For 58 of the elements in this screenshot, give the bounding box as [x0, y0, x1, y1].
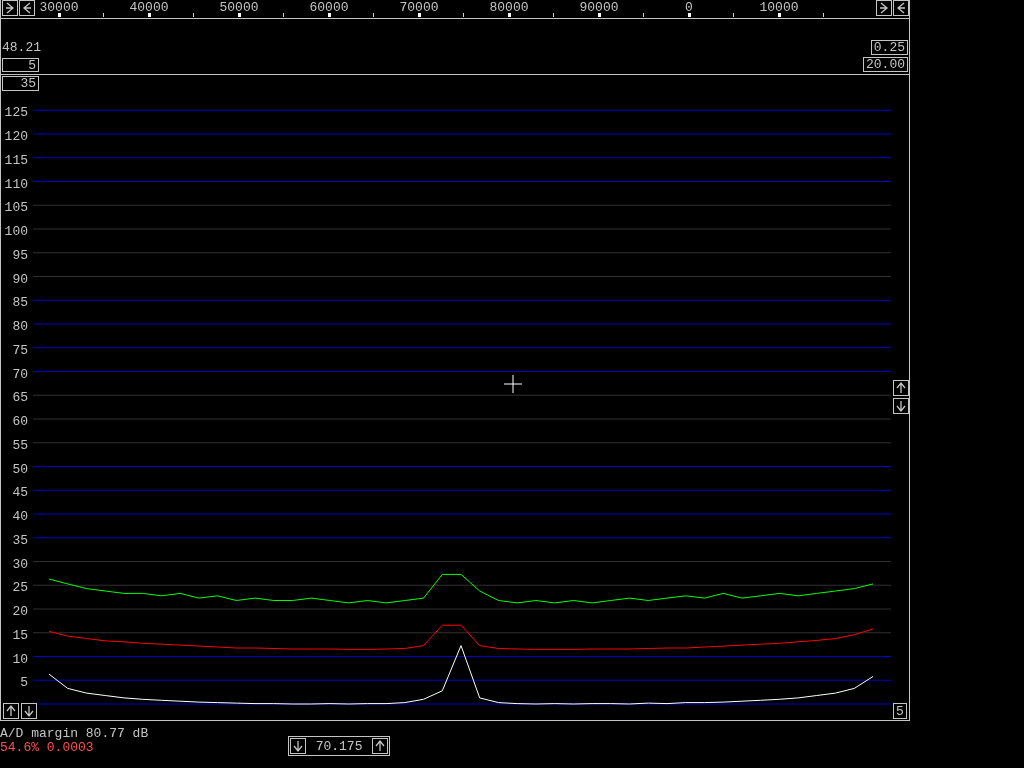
- axis-label: 75: [12, 342, 28, 358]
- scale-label: 0: [685, 0, 693, 15]
- crosshair-icon: [503, 374, 523, 394]
- axis-label: 50: [12, 461, 28, 477]
- axis-label: 5: [20, 675, 28, 691]
- axis-label: 20: [12, 604, 28, 619]
- down-arrow-icon: [894, 398, 908, 414]
- arrow-button[interactable]: [893, 380, 909, 396]
- gain-field[interactable]: 0.25: [870, 40, 908, 55]
- scale-label: 30000: [39, 0, 79, 15]
- arrow-button[interactable]: [372, 738, 389, 754]
- axis-label: 105: [4, 200, 28, 216]
- scale-label: 60000: [309, 0, 349, 15]
- scale-label: 70000: [399, 0, 439, 15]
- scale-field[interactable]: 5: [893, 703, 907, 719]
- up-arrow-icon: [894, 380, 908, 396]
- axis-label: 15: [12, 627, 28, 643]
- axis-label: 65: [12, 390, 28, 406]
- axis-label: 55: [12, 437, 28, 453]
- scale-label: 50000: [219, 0, 259, 15]
- axis-label: 60: [12, 414, 28, 429]
- axis-label: 40: [12, 509, 28, 524]
- axis-label: 25: [12, 580, 28, 596]
- arrow-button[interactable]: [3, 703, 19, 719]
- scale-label: 90000: [579, 0, 619, 15]
- arrow-button[interactable]: [289, 738, 306, 754]
- offset-field[interactable]: 35: [2, 76, 39, 91]
- axis-label: 125: [4, 105, 28, 121]
- status-text: 54.6% 0.0003: [0, 741, 94, 754]
- step-value: 70.175: [315, 739, 363, 753]
- arrow-button[interactable]: [876, 0, 892, 16]
- ad-margin-text: A/D margin 80.77 dB: [0, 727, 149, 740]
- level-readout: 48.21: [2, 41, 41, 54]
- axis-label: 30: [12, 556, 28, 572]
- axis-label: 90: [12, 271, 28, 287]
- arrow-button[interactable]: [893, 0, 909, 16]
- arrow-button[interactable]: [893, 398, 909, 414]
- arrow-button[interactable]: [2, 0, 18, 16]
- axis-label: 85: [12, 295, 28, 311]
- scale-label: 80000: [489, 0, 529, 15]
- axis-label: 115: [4, 152, 28, 168]
- range-field[interactable]: 20.00: [863, 57, 908, 72]
- axis-label: 45: [12, 485, 28, 501]
- arrow-button[interactable]: [21, 703, 37, 719]
- scale-label: 10000: [759, 0, 799, 15]
- axis-label: 70: [12, 366, 28, 382]
- axis-label: 110: [4, 176, 28, 192]
- axis-label: 10: [12, 651, 28, 667]
- axis-label: 95: [12, 247, 28, 263]
- level-field[interactable]: 5: [2, 58, 39, 72]
- axis-label: 35: [12, 532, 28, 548]
- up-arrow-icon: [4, 703, 18, 719]
- scale-label: 40000: [129, 0, 169, 15]
- arrow-button[interactable]: [19, 0, 35, 16]
- down-arrow-icon: [22, 703, 36, 719]
- axis-label: 120: [4, 129, 28, 144]
- axis-label: 100: [4, 224, 28, 239]
- axis-label: 80: [12, 319, 28, 334]
